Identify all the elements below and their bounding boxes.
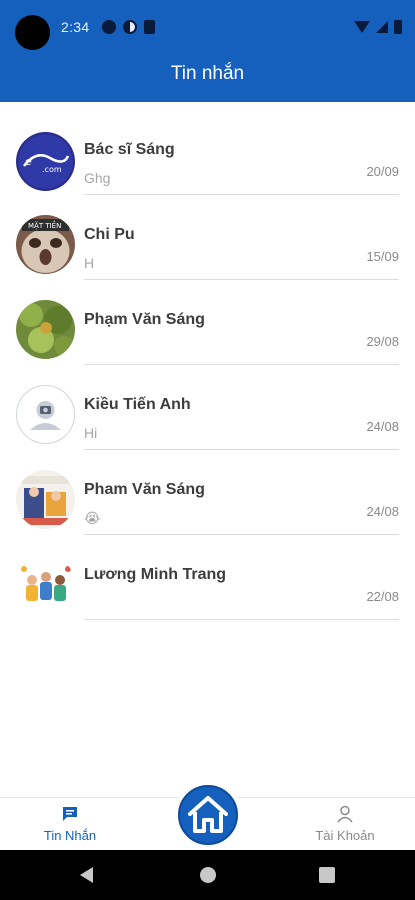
page-title: Tin nhắn	[170, 63, 245, 84]
contact-name: Pham Văn Sáng	[84, 481, 205, 498]
notification-icons	[102, 20, 155, 34]
notification-dot-icon	[102, 20, 116, 34]
illustration-avatar	[16, 470, 75, 529]
message-date: 29/08	[366, 334, 399, 349]
status-bar: 2:34	[0, 0, 415, 50]
home-icon	[188, 796, 228, 833]
contact-name: Bác sĩ Sáng	[84, 141, 175, 158]
battery-icon	[394, 20, 402, 34]
sim-card-icon	[144, 20, 155, 34]
system-navigation-bar	[0, 850, 415, 900]
divider	[84, 449, 399, 450]
home-button[interactable]	[178, 785, 238, 845]
contact-name: Kiều Tiến Anh	[84, 396, 191, 413]
status-time: 2:34	[61, 19, 90, 35]
group-illustration-avatar	[16, 555, 75, 614]
conversation-item[interactable]: MẶT TIỀN Chi Pu H 15/09	[0, 203, 415, 288]
message-date: 20/09	[366, 164, 399, 179]
svg-text:e: e	[25, 155, 32, 168]
user-icon	[337, 805, 353, 823]
conversation-item[interactable]: Phạm Văn Sáng 29/08	[0, 288, 415, 373]
divider	[84, 364, 399, 365]
tab-messages-label: Tin Nhắn	[43, 828, 97, 843]
logo-avatar: e .com	[16, 132, 75, 191]
tab-messages[interactable]: Tin Nhắn	[30, 804, 110, 843]
message-preview: Ghg	[84, 170, 111, 186]
conversation-item[interactable]: e .com Bác sĩ Sáng Ghg 20/09	[0, 118, 415, 203]
message-preview: Hi	[84, 425, 98, 441]
home-circle-icon[interactable]	[200, 867, 216, 883]
message-date: 22/08	[366, 589, 399, 604]
conversation-item[interactable]: Kiều Tiến Anh Hi 24/08	[0, 373, 415, 458]
conversation-item[interactable]: Pham Văn Sáng 😭 24/08	[0, 458, 415, 543]
tab-account[interactable]: Tài Khoản	[305, 804, 385, 843]
cat-photo-avatar: MẶT TIỀN	[16, 215, 75, 274]
svg-text:.com: .com	[42, 165, 62, 174]
wifi-icon	[354, 21, 370, 33]
recents-icon[interactable]	[319, 867, 335, 883]
divider	[84, 279, 399, 280]
message-preview: H	[84, 255, 95, 271]
back-icon[interactable]	[80, 867, 93, 883]
tab-account-label: Tài Khoản	[315, 828, 375, 843]
system-status-icons	[354, 20, 402, 34]
divider	[84, 534, 399, 535]
chat-icon	[63, 807, 77, 821]
contact-name: Phạm Văn Sáng	[84, 311, 205, 328]
default-user-avatar	[16, 385, 75, 444]
contact-name: Lương Minh Trang	[84, 566, 227, 583]
conversation-item[interactable]: Lương Minh Trang 22/08	[0, 543, 415, 628]
divider	[84, 619, 399, 620]
message-date: 24/08	[366, 419, 399, 434]
plant-photo-avatar	[16, 300, 75, 359]
contact-name: Chi Pu	[84, 226, 135, 243]
message-preview: 😭	[84, 510, 101, 526]
app-header: 2:34 Tin nhắn	[0, 0, 415, 102]
camera-cutout	[15, 15, 50, 50]
divider	[84, 194, 399, 195]
message-date: 15/09	[366, 249, 399, 264]
signal-icon	[376, 21, 388, 33]
svg-text:MẶT TIỀN: MẶT TIỀN	[28, 220, 61, 230]
message-date: 24/08	[366, 504, 399, 519]
data-saver-icon	[123, 20, 137, 34]
